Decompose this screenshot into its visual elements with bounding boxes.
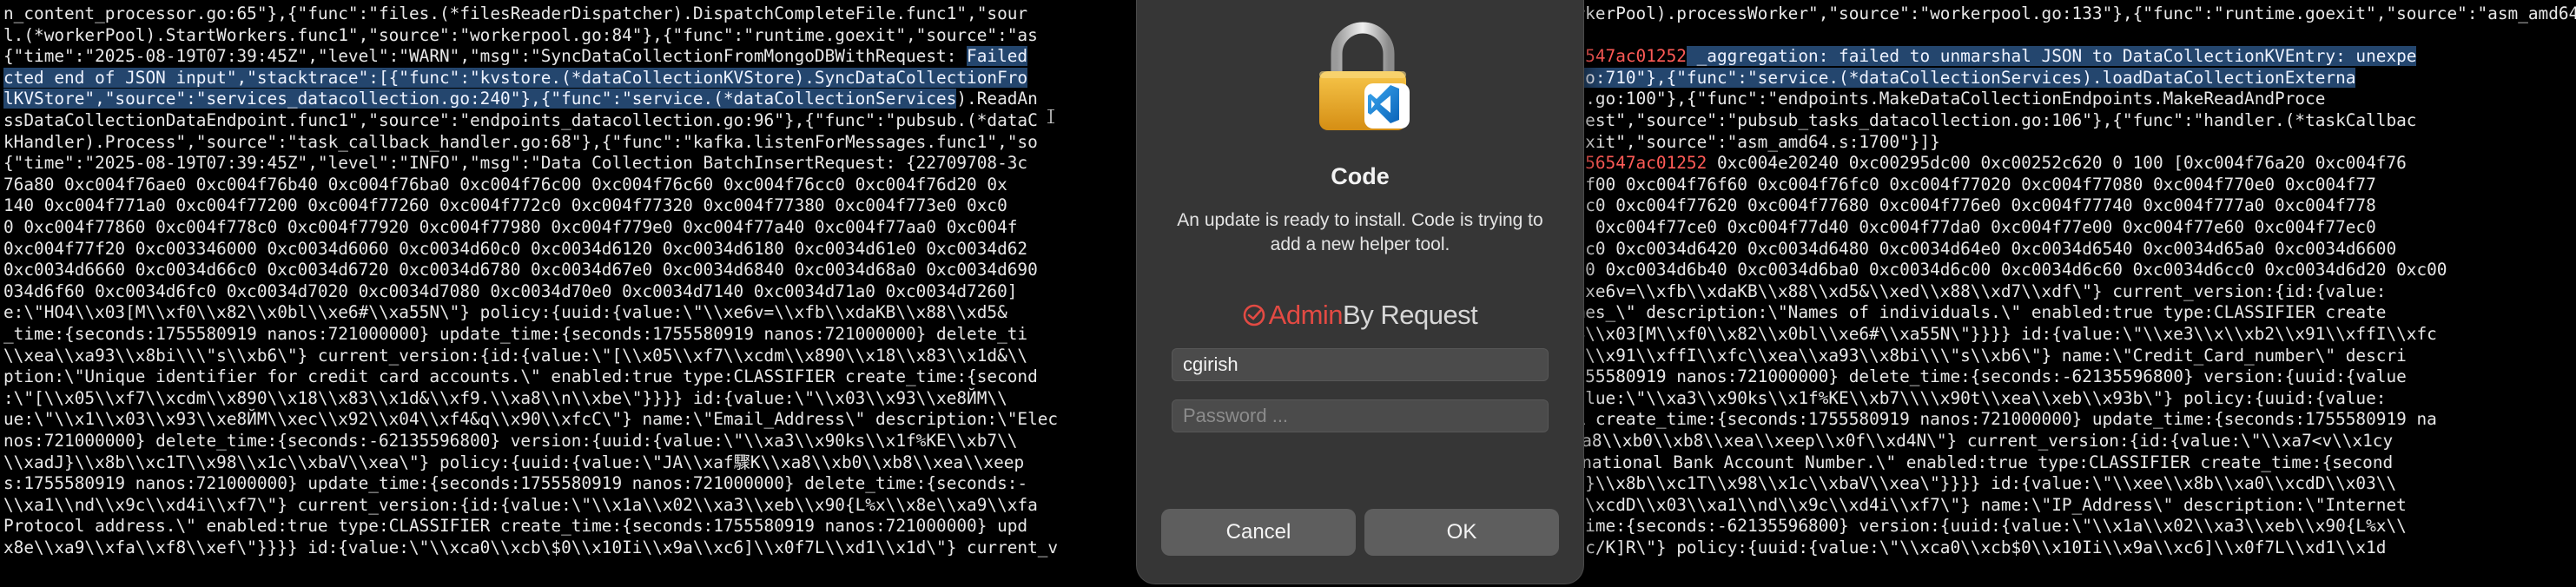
- username-field[interactable]: [1172, 348, 1549, 381]
- log-text: \\x8b\\xa0\\xcdD\\x03\\xa1\\nd\\x9c\\xd4…: [1473, 494, 2407, 515]
- dialog-title: Code: [1331, 163, 1390, 189]
- log-text: \\xa1\\nd\\x9c\\xd4i\\xf7\"} current_ver…: [3, 494, 1038, 515]
- log-text: 0 0xc0034d63c0 0xc0034d6420 0xc0034d6480…: [1463, 238, 2397, 259]
- log-text: LASSIFIER create_time:{seconds:175558091…: [1494, 409, 2437, 430]
- log-text: e:\"HO4\\x03[M\\xf0\\x82\\x0bl\\xe6#\\xa…: [3, 302, 1007, 323]
- log-text: \\xadJ}\\x8b\\xc1T\\x98\\x1c\\xbaV\\xea\…: [3, 452, 1025, 472]
- mouse-cursor-icon: [1047, 109, 1054, 123]
- log-text: lKVStore","source":"services_datacollect…: [3, 89, 957, 109]
- log-text: n_content_processor.go:65"},{"func":"fil…: [3, 3, 1028, 23]
- lock-icon: [1319, 22, 1410, 130]
- log-text: l.(*workerPool).StartWorkers.func1","sou…: [3, 24, 1038, 45]
- log-text: 0xc0034d6660 0xc0034d66c0 0xc0034d6720 0…: [3, 260, 1038, 280]
- password-field[interactable]: [1172, 399, 1549, 432]
- log-text: :\"[\\x05\\xf7\\xcdm\\x890\\x18\\x83\\x1…: [3, 387, 1007, 408]
- admin-by-request-logo: AdminBy Request: [1137, 300, 1583, 331]
- ok-button[interactable]: OK: [1364, 509, 1559, 556]
- log-text: ersion:{id:{value:\"\\xa3\\x90ks\\x1f%KE…: [1443, 387, 2387, 408]
- log-text: \\xea\\xa93\\x8bi\\\"s\\xb6\"} current_v…: [3, 345, 1028, 366]
- log-text: {"time":"2025-08-19T07:39:45Z","level":"…: [3, 153, 1028, 174]
- log-text: Protocol address.\" enabled:true type:CL…: [3, 516, 1028, 537]
- log-text: 0xc004f77f20 0xc003346000 0xc0034d6060 0…: [3, 238, 1028, 259]
- log-text: kHandler).Process","source":"task_callba…: [3, 131, 1038, 152]
- log-text: 140 0xc004f771a0 0xc004f77200 0xc004f772…: [3, 195, 1007, 216]
- log-text: cted end of JSON input","stacktrace":[{"…: [3, 67, 1028, 88]
- cancel-button[interactable]: Cancel: [1161, 509, 1356, 556]
- log-text: erPool.(*workerPool).processWorker","sou…: [1463, 3, 2576, 23]
- log-text: \\x7c\\xfc/K]R\"} policy:{uuid:{value:\"…: [1494, 538, 2387, 557]
- log-text: {seconds:1755580919 nanos:721000000} del…: [1473, 366, 2407, 387]
- brand-admin-text: Admin: [1268, 300, 1344, 330]
- log-text: onBatchRequest","source":"pubsub_tasks_d…: [1473, 110, 2417, 130]
- log-text: 0 0xc004f77860 0xc004f778c0 0xc004f77920…: [3, 217, 1018, 237]
- log-text: 034d6f60 0xc0034d6fc0 0xc0034d7020 0xc00…: [3, 280, 1018, 301]
- log-text: ue:\"\\x1\\x03\\x93\\xe8ЙM\\xec\\x92\\x0…: [3, 409, 1059, 430]
- log-text: ).ReadAn: [956, 89, 1038, 109]
- log-text: 0xc004e20240 0xc00295dc00 0xc00252c620 0…: [1707, 153, 2407, 174]
- log-text: _aggregation: failed to unmarshal JSON t…: [1686, 46, 2417, 67]
- log-text: on_kvstore.go:710"},{"func":"service.(*d…: [1463, 67, 2356, 88]
- log-text: x8e\\xa9\\xfa\\xf8\\xef\"}}}} id:{value:…: [3, 538, 1059, 557]
- log-text: cts_Person_Names_\" description:\"Names …: [1443, 302, 2387, 323]
- log-text: Failed: [967, 46, 1028, 67]
- log-text: tion:\"International Bank Account Number…: [1460, 452, 2394, 472]
- log-text: {value:\"HO4\\x03[M\\xf0\\x82\\x0bl\\xe6…: [1463, 324, 2437, 344]
- log-text: d:{value:"~\\xe6v=\\xfb\\xdaKB\\x88\\xd5…: [1453, 280, 2387, 301]
- log-text: nos:721000000} delete_time:{seconds:-621…: [3, 431, 1018, 451]
- log-text: e3\\x32\\x92\\x91\\xffI\\xfc\\xea\\xa93\…: [1463, 345, 2407, 366]
- log-text: _time:{seconds:1755580919 nanos:72100000…: [3, 324, 1028, 344]
- log-text: 0xc0034d6ae0 0xc0034d6b40 0xc0034d6ba0 0…: [1473, 260, 2447, 280]
- admin-by-request-check-icon: [1243, 304, 1265, 326]
- log-text: \\x1cy\\xadJ}\\x8b\\xc1T\\x98\\x1c\\xbaV…: [1463, 473, 2397, 494]
- dialog-message: An update is ready to install. Code is t…: [1177, 210, 1543, 254]
- log-text: 00} delete_time:{seconds:-62135596800} v…: [1463, 516, 2407, 537]
- log-text: 76a80 0xc004f76ae0 0xc004f76b40 0xc004f7…: [3, 174, 1007, 195]
- log-text: DA\\xaf驟K\\xa8\\xb0\\xb8\\xea\\xeep\\x0f…: [1453, 431, 2394, 451]
- log-text: s:1755580919 nanos:721000000} update_tim…: [3, 473, 1028, 494]
- log-text: 0xc004f77c80 0xc004f77ce0 0xc004f77d40 0…: [1453, 217, 2376, 237]
- brand-by-request-text: By Request: [1343, 300, 1478, 330]
- log-text: ption:\"Unique identifier for credit car…: [3, 366, 1038, 387]
- terminal-line: kHandler).Process","source":"task_callba…: [3, 132, 1940, 153]
- terminal-line: l.(*workerPool).StartWorkers.func1","sou…: [3, 25, 1038, 46]
- log-text: {"time":"2025-08-19T07:39:45Z","level":"…: [3, 46, 968, 67]
- log-text: ssDataCollectionDataEndpoint.func1","sou…: [3, 110, 1038, 130]
- authorization-dialog: Code An update is ready to install. Code…: [1136, 0, 1584, 584]
